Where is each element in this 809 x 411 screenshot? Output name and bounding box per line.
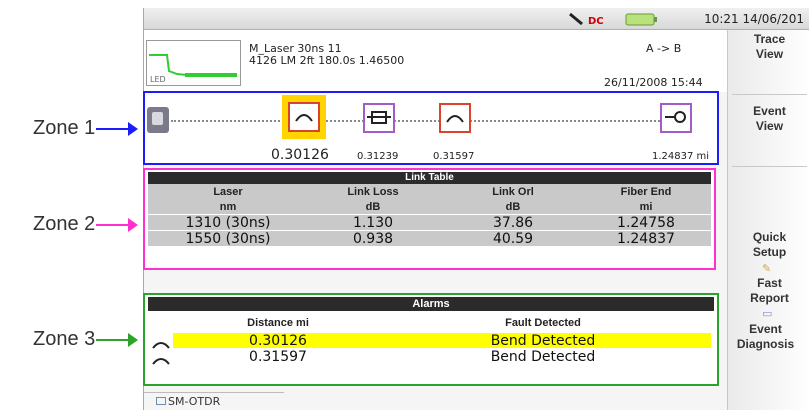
trace-view-button[interactable]: Trace View: [728, 32, 809, 62]
origin-icon[interactable]: [147, 107, 169, 133]
col-link-loss: Link Loss: [347, 186, 399, 198]
side-separator: [732, 94, 807, 95]
status-icons: DC: [564, 11, 694, 27]
event-3-bend-icon[interactable]: [439, 103, 471, 133]
event-2-connector-icon[interactable]: [363, 103, 395, 133]
link-diagram-zone: 0.30126 0.31239 0.31597 1.24837 mi: [143, 91, 719, 165]
event-1-bend-icon[interactable]: [288, 102, 320, 132]
trace-thumbnail[interactable]: LED: [146, 40, 241, 86]
wrench-icon: ✎: [762, 262, 772, 275]
tab-sm-otdr[interactable]: SM-OTDR: [144, 392, 284, 410]
alarms-title: Alarms: [148, 297, 714, 311]
unit-link-orl: dB: [505, 201, 521, 213]
zone3-arrow: [96, 333, 138, 347]
col-laser: Laser: [213, 186, 243, 198]
event-diagnosis-button[interactable]: Event Diagnosis: [720, 322, 809, 352]
table-row[interactable]: 1550 (30ns) 0.938 40.59 1.24837: [148, 231, 711, 247]
alarm-fault: Bend Detected: [490, 349, 596, 365]
cell-laser: 1310 (30ns): [185, 215, 271, 231]
tab-label: SM-OTDR: [168, 395, 221, 408]
trace-direction: A -> B: [646, 42, 682, 55]
col-distance: Distance mi: [247, 317, 309, 329]
alarm-fault: Bend Detected: [490, 333, 596, 349]
zone2-arrow: [96, 218, 138, 232]
alarm-row[interactable]: 0.31597 Bend Detected: [173, 349, 711, 365]
quick-setup-button[interactable]: Quick Setup: [728, 230, 809, 260]
zone3-label: Zone 3: [33, 328, 96, 350]
alarms-header: Distance mi Fault Detected: [173, 317, 711, 331]
zone2-label: Zone 2: [33, 213, 96, 235]
unit-fiber-end: mi: [639, 201, 653, 213]
cell-link-orl: 37.86: [492, 215, 534, 231]
event-2-distance: 0.31239: [357, 151, 399, 162]
cell-fiber-end: 1.24758: [617, 215, 675, 231]
otdr-tab-icon: [156, 397, 166, 405]
event-3-distance: 0.31597: [433, 151, 475, 162]
alarm-row-highlighted[interactable]: 0.30126 Bend Detected: [173, 333, 711, 349]
link-table-header: Laser Link Loss Link Orl Fiber End nm dB…: [148, 184, 711, 214]
link-table-title: Link Table: [148, 172, 711, 184]
side-menu: Trace View Event View Quick Setup ✎ Fast…: [727, 30, 809, 410]
zone1-arrow: [96, 122, 138, 136]
event-view-button[interactable]: Event View: [728, 104, 809, 134]
event-1-distance: 0.30126: [271, 147, 329, 163]
alarm-distance: 0.30126: [249, 333, 307, 349]
cell-link-orl: 40.59: [492, 231, 534, 247]
cell-laser: 1550 (30ns): [185, 231, 271, 247]
status-time: 10:21 14/06/201: [704, 12, 804, 26]
table-row[interactable]: 1310 (30ns) 1.130 37.86 1.24758: [148, 215, 711, 231]
alarm-distance: 0.31597: [249, 349, 307, 365]
trace-header: LED M_Laser 30ns 11 4126 LM 2ft 180.0s 1…: [144, 30, 727, 92]
unit-laser: nm: [219, 201, 237, 213]
svg-text:DC: DC: [588, 16, 604, 27]
report-icon: ▭: [762, 307, 773, 320]
side-separator: [732, 166, 807, 167]
alarm-2-bend-icon: [151, 351, 171, 370]
battery-icon: DC: [569, 12, 657, 27]
event-4-distance: 1.24837 mi: [652, 151, 710, 162]
col-fault-detected: Fault Detected: [505, 317, 581, 329]
col-fiber-end: Fiber End: [620, 186, 672, 198]
cell-fiber-end: 1.24837: [617, 231, 675, 247]
thumb-label: LED: [150, 75, 166, 84]
event-4-fiber-end-icon[interactable]: [660, 103, 692, 133]
cell-link-loss: 1.130: [352, 215, 394, 231]
cell-link-loss: 0.938: [352, 231, 394, 247]
trace-datetime: 26/11/2008 15:44: [604, 76, 703, 89]
fast-report-button[interactable]: Fast Report: [728, 276, 809, 306]
link-table-zone: Link Table Laser Link Loss Link Orl Fibe…: [143, 168, 716, 270]
fiber-line: [171, 120, 671, 122]
status-bar: DC 10:21 14/06/201: [144, 8, 809, 30]
trace-info-line2: 4126 LM 2ft 180.0s 1.46500: [249, 54, 405, 67]
unit-link-loss: dB: [365, 201, 381, 213]
zone1-label: Zone 1: [33, 117, 96, 139]
col-link-orl: Link Orl: [492, 186, 534, 198]
alarms-zone: Alarms Distance mi Fault Detected 0.3012…: [143, 293, 719, 386]
